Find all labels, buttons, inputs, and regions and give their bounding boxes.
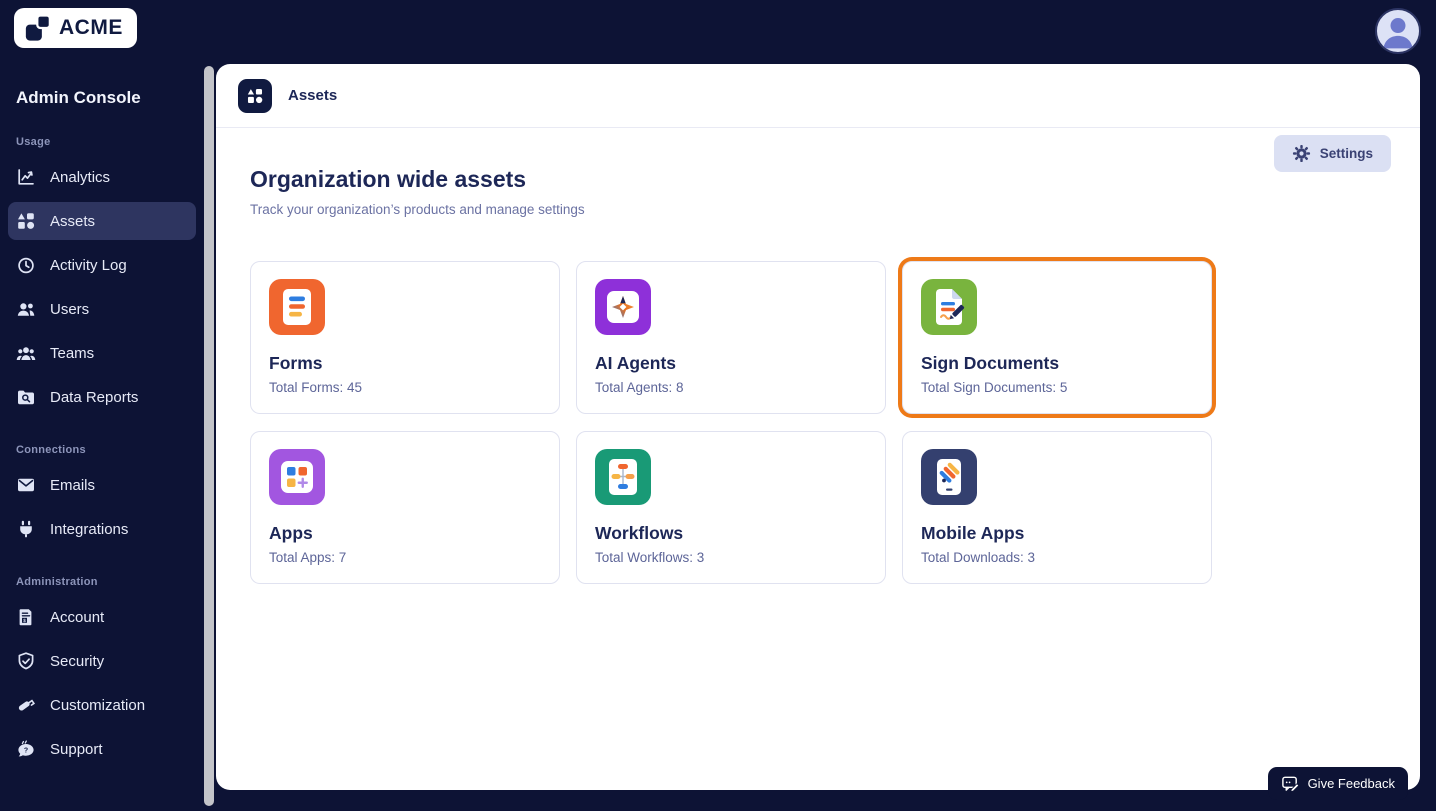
card-title: Sign Documents — [921, 353, 1060, 373]
workflows-icon — [595, 449, 651, 505]
card-title: AI Agents — [595, 353, 677, 373]
sidebar-title: Admin Console — [16, 88, 141, 107]
give-feedback-button[interactable]: Give Feedback — [1267, 767, 1408, 800]
asset-card-forms[interactable]: Forms Total Forms: 45 — [250, 261, 560, 414]
give-feedback-label: Give Feedback — [1307, 776, 1395, 791]
main-content: Organization wide assets Track your orga… — [216, 128, 1420, 584]
page-title: Organization wide assets — [250, 166, 527, 192]
email-icon — [16, 475, 36, 495]
card-title: Apps — [269, 523, 313, 543]
data-reports-icon — [16, 387, 36, 407]
assets-header-icon — [238, 78, 272, 113]
sidebar-item-activity-log[interactable]: Activity Log — [8, 246, 196, 284]
sidebar-item-customization[interactable]: Customization — [8, 686, 196, 724]
sidebar-item-label: Integrations — [50, 520, 129, 538]
breadcrumb: Assets — [288, 87, 338, 104]
sidebar-item-label: Data Reports — [50, 388, 139, 406]
card-title: Mobile Apps — [921, 523, 1025, 543]
logo-text: ACME — [59, 16, 123, 39]
sidebar-item-integrations[interactable]: Integrations — [8, 510, 196, 548]
sidebar-item-label: Assets — [50, 212, 96, 230]
asset-card-mobile-apps[interactable]: Mobile Apps Total Downloads: 3 — [902, 431, 1212, 584]
sidebar-item-security[interactable]: Security — [8, 642, 196, 680]
sidebar-section-administration: Administration — [16, 576, 98, 588]
svg-text:?: ? — [24, 748, 28, 755]
shield-icon — [16, 651, 36, 671]
card-stat: Total Agents: 8 — [595, 380, 684, 395]
sidebar-item-emails[interactable]: Emails — [8, 466, 196, 504]
user-avatar[interactable] — [1375, 8, 1421, 54]
settings-button[interactable]: Settings — [1273, 135, 1391, 172]
sidebar-section-connections: Connections — [16, 444, 86, 456]
sidebar-item-label: Activity Log — [50, 256, 127, 274]
asset-card-grid: Forms Total Forms: 45 AI Agents Total Ag… — [250, 261, 1386, 584]
vertical-scrollbar[interactable] — [204, 66, 214, 806]
settings-button-label: Settings — [1319, 146, 1373, 161]
person-icon — [1383, 18, 1413, 49]
invoice-icon: $ — [16, 607, 36, 627]
apps-icon — [269, 449, 325, 505]
analytics-icon — [16, 167, 36, 187]
card-stat: Total Sign Documents: 5 — [921, 380, 1068, 395]
admin-console-page: { "topbar": { "logo_text": "ACME" }, "si… — [0, 0, 1436, 811]
sidebar-item-label: Emails — [50, 476, 96, 494]
card-stat: Total Workflows: 3 — [595, 550, 705, 565]
card-stat: Total Downloads: 3 — [921, 550, 1036, 565]
sidebar-item-label: Users — [50, 300, 90, 318]
support-chat-icon: ? — [16, 739, 36, 759]
sidebar-item-label: Teams — [50, 344, 95, 362]
sidebar: Admin Console Usage Analytics Assets Act… — [0, 64, 204, 811]
sidebar-item-label: Analytics — [50, 168, 111, 186]
assets-icon — [16, 211, 36, 231]
acme-logo-icon — [25, 14, 51, 41]
asset-card-sign-documents[interactable]: Sign Documents Total Sign Documents: 5 — [902, 261, 1212, 414]
sidebar-item-data-reports[interactable]: Data Reports — [8, 378, 196, 416]
sidebar-item-label: Support — [50, 740, 103, 758]
acme-logo[interactable]: ACME — [14, 8, 137, 48]
card-stat: Total Forms: 45 — [269, 380, 363, 395]
sidebar-item-label: Account — [50, 608, 105, 626]
sidebar-item-label: Customization — [50, 696, 146, 714]
card-title: Workflows — [595, 523, 684, 543]
feedback-chat-pencil-icon — [1281, 776, 1299, 793]
sidebar-item-analytics[interactable]: Analytics — [8, 158, 196, 196]
page-subtitle: Track your organization’s products and m… — [250, 202, 585, 217]
main-header: Assets — [216, 64, 1420, 128]
activity-log-icon — [16, 255, 36, 275]
gear-icon — [1292, 144, 1310, 163]
mobile-apps-icon — [921, 449, 977, 505]
sidebar-section-usage: Usage — [16, 136, 51, 148]
topbar: ACME — [0, 0, 1436, 64]
sidebar-item-assets[interactable]: Assets — [8, 202, 196, 240]
card-title: Forms — [269, 353, 323, 373]
card-stat: Total Apps: 7 — [269, 550, 347, 565]
sidebar-item-label: Security — [50, 652, 105, 670]
teams-icon — [16, 343, 36, 363]
sidebar-item-account[interactable]: $ Account — [8, 598, 196, 636]
plug-icon — [16, 519, 36, 539]
sidebar-item-users[interactable]: Users — [8, 290, 196, 328]
sidebar-item-teams[interactable]: Teams — [8, 334, 196, 372]
asset-card-apps[interactable]: Apps Total Apps: 7 — [250, 431, 560, 584]
asset-card-workflows[interactable]: Workflows Total Workflows: 3 — [576, 431, 886, 584]
ai-agents-icon — [595, 279, 651, 335]
users-icon — [16, 299, 36, 319]
sidebar-item-support[interactable]: ? Support — [8, 730, 196, 768]
sign-documents-icon — [921, 279, 977, 335]
forms-icon — [269, 279, 325, 335]
svg-text:$: $ — [23, 618, 26, 623]
asset-card-ai-agents[interactable]: AI Agents Total Agents: 8 — [576, 261, 886, 414]
main-panel: Assets Organization wide assets Track yo… — [216, 64, 1420, 790]
paint-roller-icon — [16, 695, 36, 715]
